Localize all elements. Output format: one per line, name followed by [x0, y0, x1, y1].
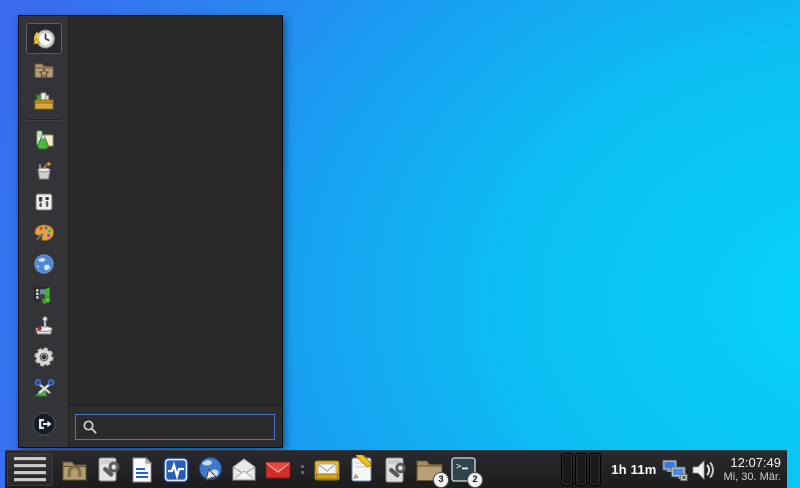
logout-icon [31, 411, 57, 437]
launcher-mail-open[interactable] [228, 454, 260, 486]
app-menu-button[interactable] [7, 453, 53, 486]
sidebar-item-education-science[interactable] [26, 124, 62, 155]
sidebar-item-graphics[interactable] [26, 217, 62, 248]
toolbox-icon [32, 89, 56, 113]
pager-desktop-2[interactable] [575, 453, 588, 486]
sidebar-item-look-and-feel[interactable] [26, 155, 62, 186]
filmstrip-note-icon [32, 283, 56, 307]
favorites-folder-icon [32, 58, 56, 82]
uptime-label[interactable]: 1h 11m [611, 462, 656, 477]
clock-applet[interactable]: 12:07:49 Mi, 30. Mär. [721, 454, 784, 486]
search-icon [82, 419, 98, 435]
joystick-icon [32, 314, 56, 338]
volume-speaker-icon[interactable] [690, 457, 716, 483]
sidebar-item-settings[interactable] [26, 186, 62, 217]
launcher-home-folder[interactable] [58, 454, 90, 486]
notepad-pencil-icon [347, 455, 376, 484]
launcher-mail-client[interactable] [262, 454, 294, 486]
paint-bucket-icon [32, 159, 56, 183]
panel-tray: 1h 11m 12:07:49 Mi, 30. Mär. [561, 451, 786, 488]
sidebar-item-multimedia[interactable] [26, 279, 62, 310]
sidebar-item-recently-used[interactable] [25, 23, 62, 54]
sidebar-item-system[interactable] [26, 341, 62, 372]
sidebar-item-internet[interactable] [26, 248, 62, 279]
control-panel-icon [32, 190, 56, 214]
sidebar-item-utilities[interactable] [26, 372, 62, 403]
clock-date: Mi, 30. Mär. [723, 470, 781, 483]
browser-globe-icon [196, 455, 225, 484]
sidebar-item-games[interactable] [26, 310, 62, 341]
page-wrench-icon [381, 456, 409, 484]
pager-desktop-1[interactable] [561, 453, 574, 486]
window-count-badge: 2 [467, 471, 483, 488]
app-menu-content [69, 16, 282, 447]
search-input[interactable] [98, 418, 274, 435]
sidebar-item-favorites[interactable] [26, 54, 62, 85]
libreoffice-document-icon [128, 456, 156, 484]
drive-wrench-icon [94, 455, 123, 484]
sidebar-item-logout[interactable] [26, 408, 62, 439]
taskbar-panel: 3 > 2 1h 11m 12:07:49 Mi, 30. Mär. [5, 450, 787, 488]
globe-icon [32, 252, 56, 276]
scissors-icon [32, 376, 56, 400]
launcher-mail-inbox[interactable] [311, 454, 343, 486]
launcher-system-tool[interactable] [92, 454, 124, 486]
home-folder-icon [60, 455, 89, 484]
app-menu-popup [18, 15, 283, 448]
sidebar-item-all-applications[interactable] [26, 85, 62, 116]
clock-time: 12:07:49 [730, 454, 781, 470]
app-menu-search-row [69, 406, 282, 447]
app-menu-list-viewport [69, 16, 282, 406]
system-monitor-icon [162, 456, 190, 484]
desktop-pager [561, 453, 602, 486]
svg-text:>: > [456, 462, 462, 472]
palette-icon [32, 221, 56, 245]
mail-tray-icon [312, 455, 342, 485]
launcher-file-search[interactable] [379, 454, 411, 486]
launcher-system-monitor[interactable] [160, 454, 192, 486]
launcher-libreoffice[interactable] [126, 454, 158, 486]
launcher-terminal[interactable]: > 2 [447, 454, 483, 488]
panel-separator-handle [301, 465, 304, 474]
gear-icon [32, 345, 56, 369]
network-monitor-icon[interactable] [662, 457, 688, 483]
history-clock-icon [32, 27, 56, 51]
panel-launchers: 3 > 2 [7, 451, 483, 488]
app-menu-sidebar [19, 16, 69, 447]
search-box [75, 413, 275, 440]
red-envelope-icon [263, 455, 293, 485]
launcher-file-manager[interactable]: 3 [413, 454, 449, 488]
open-envelope-icon [229, 455, 259, 485]
launcher-text-editor[interactable] [345, 454, 377, 486]
pager-desktop-3[interactable] [589, 453, 602, 486]
sidebar-separator [26, 119, 61, 121]
launcher-web-browser[interactable] [194, 454, 226, 486]
science-flask-icon [32, 128, 56, 152]
